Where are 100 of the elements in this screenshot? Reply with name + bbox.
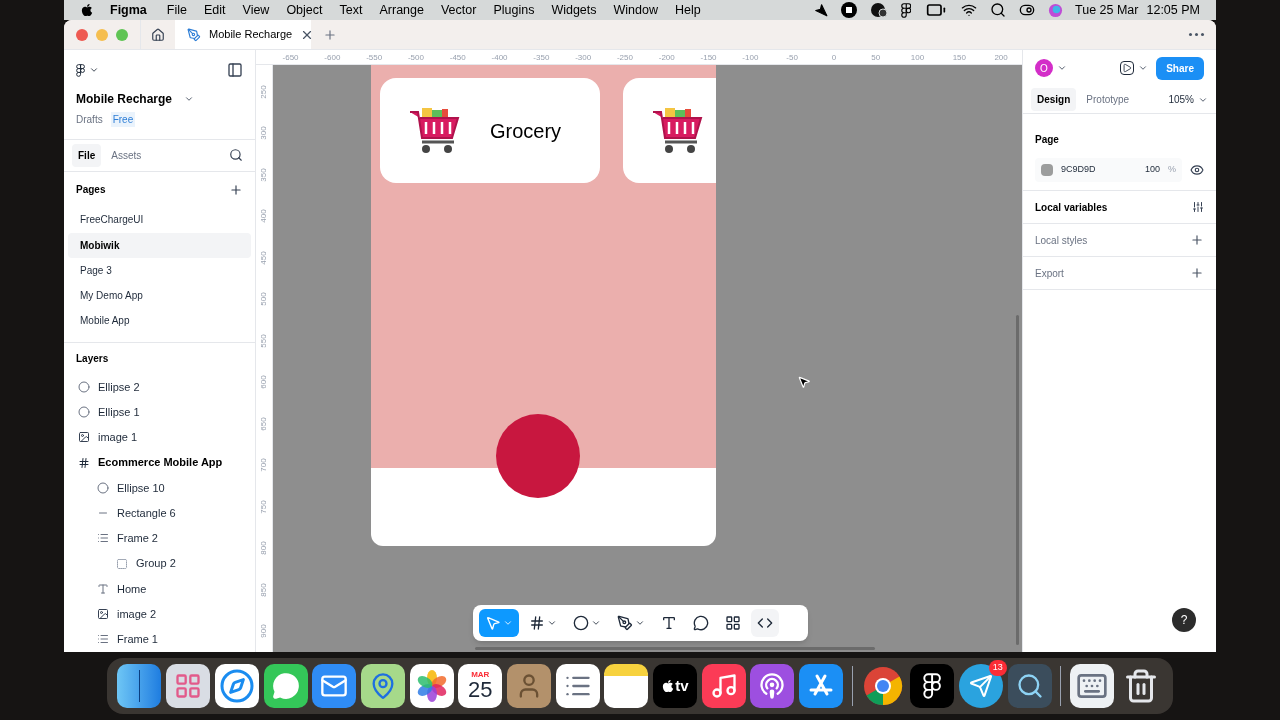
app-menu[interactable]: Figma [110,0,147,20]
siri-icon[interactable] [1048,2,1064,18]
layer-name: Ellipse 2 [98,379,140,395]
layer-row[interactable]: Frame 2 [64,525,255,551]
section-heading: Local styles [1035,233,1088,248]
shopping-cart-icon [408,105,462,156]
ruler-label: 850 [258,583,269,597]
ruler-label: -150 [699,52,718,64]
page-item[interactable]: FreeChargeUI [68,207,251,233]
ruler-label: -350 [532,52,551,64]
close-window-icon[interactable] [76,28,88,41]
menu-date[interactable]: Tue 25 Mar [1075,0,1139,20]
panel-tab[interactable]: File [72,143,102,167]
menu-item[interactable]: Object [286,0,323,20]
envelope-icon[interactable] [312,664,357,708]
map-pin-icon[interactable] [360,664,405,708]
page-item[interactable]: My Demo App [68,283,251,309]
ruler-label: -650 [281,52,300,64]
search-icon[interactable] [229,148,243,163]
ellipse-icon [573,615,589,631]
menu-item[interactable]: Plugins [493,0,535,20]
list-icon[interactable] [555,664,600,708]
podcast-icon[interactable] [750,664,795,708]
caret-icon[interactable] [1138,63,1149,73]
caret-icon[interactable] [89,65,100,75]
location-arrow-icon[interactable] [813,3,828,17]
apple-logo-icon[interactable] [80,3,94,17]
menu-item[interactable]: View [242,0,270,20]
figma-app-icon[interactable] [910,664,955,708]
layer-row[interactable]: Group 2 [64,551,255,577]
page-item[interactable]: Page 3 [68,257,251,284]
help-button[interactable]: ? [1172,608,1196,632]
page-item[interactable]: Mobiwik [68,232,251,258]
caret-icon[interactable] [184,94,195,104]
control-center-icon[interactable] [1019,2,1036,18]
quicktime-icon[interactable] [1007,664,1052,708]
ruler-label: 400 [258,209,269,223]
notepad-icon[interactable] [604,664,649,708]
launchpad-icon[interactable] [166,664,211,708]
ruler-label: -450 [448,52,467,64]
layer-row[interactable]: Ellipse 10 [64,475,255,501]
contact-card-icon[interactable] [506,664,551,708]
calendar-icon[interactable]: MAR 25 [458,664,503,708]
color-field[interactable]: 9C9D9D 100 % [1035,158,1182,182]
search-icon[interactable] [990,2,1007,18]
compass-icon[interactable] [214,664,259,708]
page-item[interactable]: Mobile App [68,308,251,334]
tv-app-icon[interactable]: tv [653,664,697,708]
menu-item[interactable]: Window [613,0,658,20]
stop-icon[interactable] [840,2,857,18]
document-tab[interactable]: Mobile Recharge [175,20,311,49]
layer-row[interactable]: Ellipse 2 [64,374,255,400]
vertical-scrollbar[interactable] [1016,315,1019,645]
layer-row[interactable]: image 1 [64,424,255,450]
add-icon[interactable] [1190,233,1204,247]
keyboard-icon[interactable] [1069,664,1114,708]
layer-row[interactable]: Ecommerce Mobile App [64,450,255,476]
app-store-icon[interactable] [799,664,844,708]
layer-row[interactable]: Frame 1 [64,626,255,652]
chat-bubble-icon[interactable] [263,664,308,708]
visibility-icon[interactable] [1190,163,1204,177]
add-page-icon[interactable] [229,182,243,197]
panel-tab[interactable]: Prototype [1080,88,1136,111]
section-heading: Export [1035,266,1064,281]
zoom-level[interactable]: 105% [1168,92,1194,107]
panel-tab[interactable]: Design [1031,88,1077,111]
menu-item[interactable]: Edit [203,0,226,20]
layer-row[interactable]: Home [64,576,255,602]
menu-item[interactable]: Arrange [379,0,424,20]
layer-row[interactable]: Rectangle 6 [64,500,255,526]
music-note-icon[interactable] [701,664,746,708]
layer-row[interactable]: Ellipse 1 [64,399,255,425]
file-name[interactable]: Mobile Recharge [76,90,173,108]
file-location[interactable]: Drafts [76,112,103,127]
menu-time[interactable]: 12:05 PM [1146,0,1200,20]
section-heading: Pages [76,183,106,197]
sliders-icon[interactable] [1192,201,1204,213]
panel-tab[interactable]: Assets [105,143,148,167]
chat-badge-icon[interactable] [869,2,888,18]
menu-item[interactable]: Text [339,0,363,20]
menu-item[interactable]: Widgets [551,0,597,20]
menu-item[interactable]: Help [675,0,701,20]
add-icon[interactable] [1190,266,1204,280]
layer-row[interactable]: image 2 [64,601,255,627]
sidebar-toggle-icon[interactable] [227,62,243,78]
present-icon[interactable] [1120,61,1135,75]
caret-icon[interactable] [1057,63,1067,73]
more-icon[interactable] [1189,33,1204,36]
tool-button[interactable] [751,609,779,637]
notification-badge: 13 [988,660,1007,676]
user-avatar[interactable]: O [1035,59,1053,77]
code-icon [757,615,773,631]
mouse-cursor-icon [797,375,811,389]
caret-icon [547,618,557,628]
menu-item[interactable]: Vector [440,0,477,20]
flower-icon[interactable] [409,664,454,708]
home-icon[interactable] [151,27,165,42]
finder-icon[interactable] [117,664,162,708]
wifi-icon[interactable] [961,2,978,18]
menu-item[interactable]: File [166,0,187,20]
